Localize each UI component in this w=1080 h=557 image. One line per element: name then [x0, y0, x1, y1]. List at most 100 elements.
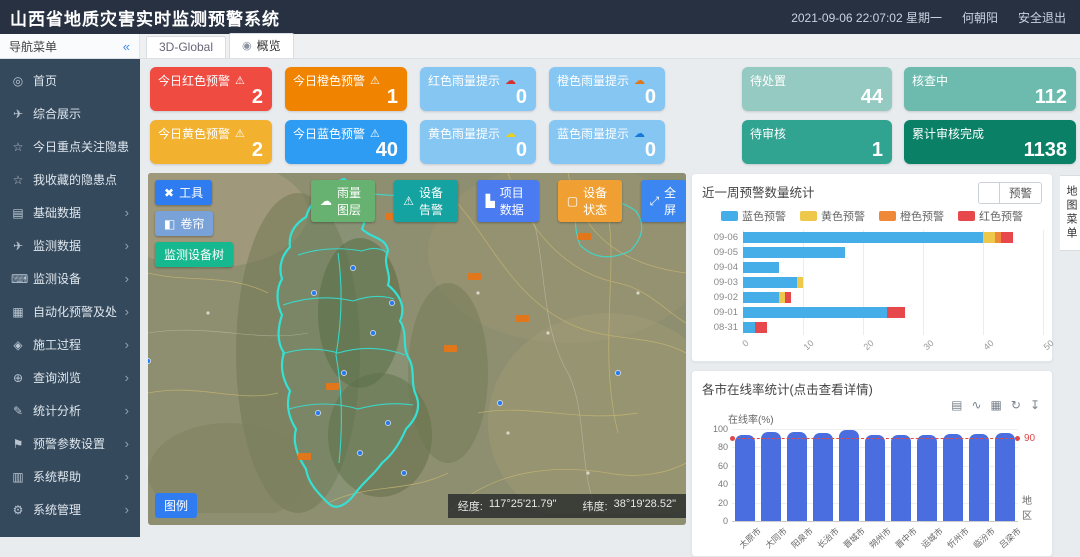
sidebar-item[interactable]: ⌨监测设备›: [0, 262, 140, 295]
legend-item[interactable]: 橙色预警: [879, 208, 944, 224]
settings-icon: ⚙: [11, 503, 25, 517]
city-bar[interactable]: [761, 432, 781, 521]
bar-slot: [914, 435, 940, 521]
sidebar-item[interactable]: ✈监测数据›: [0, 229, 140, 262]
app-header: 山西省地质灾害实时监测预警系统 2021-09-06 22:07:02 星期一 …: [0, 0, 1080, 34]
card-label: 今日橙色预警: [293, 72, 365, 89]
current-user[interactable]: 何朝阳: [962, 9, 998, 26]
latitude-value: 38°19'28.52": [614, 498, 676, 514]
bar-chart-icon[interactable]: ▦: [991, 399, 1002, 411]
under-verification-card[interactable]: 核查中112: [904, 67, 1076, 111]
card-label-row: 今日红色预警⚠: [158, 72, 264, 89]
pending-review-card[interactable]: 待审核1: [742, 120, 892, 164]
city-bar[interactable]: [969, 434, 989, 521]
city-bar[interactable]: [891, 435, 911, 521]
city-bar[interactable]: [813, 433, 833, 521]
orange-rain-card[interactable]: 橙色雨量提示☁0: [549, 67, 665, 111]
sidebar: ◎首页✈综合展示☆今日重点关注隐患点☆我收藏的隐患点▤基础数据›✈监测数据›⌨监…: [0, 59, 140, 537]
sidebar-item[interactable]: ⚑预警参数设置›: [0, 427, 140, 460]
tab-label: 3D-Global: [159, 40, 213, 54]
map-button-label: 项目数据: [500, 184, 530, 218]
legend-swatch: [800, 211, 817, 221]
sidebar-item[interactable]: ▦自动化预警及处置›: [0, 295, 140, 328]
refresh-icon[interactable]: ↻: [1011, 399, 1021, 411]
map-container[interactable]: ✖工具◧卷帘监测设备树 ☁雨量图层⚠设备告警▙项目数据▢设备状态⤢全屏 图例 经…: [148, 173, 686, 525]
city-label: 吕梁市: [997, 525, 1024, 551]
legend-button[interactable]: 图例: [155, 493, 197, 518]
blue-rain-card[interactable]: 蓝色雨量提示☁0: [549, 120, 665, 164]
data-view-icon[interactable]: ▤: [951, 399, 962, 411]
city-bar[interactable]: [917, 435, 937, 521]
y-tick-label: 40: [718, 479, 728, 489]
logout-link[interactable]: 安全退出: [1018, 9, 1066, 26]
red-warning-card[interactable]: 今日红色预警⚠2: [150, 67, 272, 111]
star-icon: ☆: [11, 173, 25, 187]
swipe-button[interactable]: ◧卷帘: [155, 211, 213, 236]
line-chart-icon[interactable]: ∿: [971, 399, 981, 411]
sidebar-item-label: 自动化预警及处置: [33, 303, 117, 320]
bar-segment: [743, 322, 755, 333]
pending-disposal-card[interactable]: 待处置44: [742, 67, 892, 111]
yellow-rain-card[interactable]: 黄色雨量提示☁0: [420, 120, 536, 164]
sidebar-item[interactable]: ☆今日重点关注隐患点: [0, 130, 140, 163]
chevron-right-icon: ›: [125, 238, 129, 253]
filter-empty-segment[interactable]: [979, 183, 999, 203]
city-bar[interactable]: [787, 432, 807, 521]
collapse-sidebar-icon[interactable]: «: [123, 39, 130, 54]
bar-segment: [797, 277, 803, 288]
map-button-label: 雨量图层: [337, 184, 366, 218]
yellow-warning-card[interactable]: 今日黄色预警 ⚠ 2: [150, 120, 272, 164]
legend-item[interactable]: 黄色预警: [800, 208, 865, 224]
tools-button[interactable]: ✖工具: [155, 180, 212, 205]
sidebar-item[interactable]: ✎统计分析›: [0, 394, 140, 427]
city-bar[interactable]: [995, 433, 1015, 521]
card-value: 2: [252, 139, 263, 162]
sidebar-item[interactable]: ⊕查询浏览›: [0, 361, 140, 394]
card-value: 40: [376, 139, 398, 162]
card-label: 核查中: [912, 72, 948, 89]
device-alarm-button[interactable]: ⚠设备告警: [394, 180, 457, 222]
tab-概览[interactable]: ◉概览: [229, 33, 294, 58]
orange-warning-card[interactable]: 今日橙色预警⚠1: [285, 67, 407, 111]
sidebar-item[interactable]: ⚙系统管理›: [0, 493, 140, 526]
card-label: 今日黄色预警: [158, 125, 230, 142]
city-bar[interactable]: [865, 435, 885, 521]
card-column: 核查中112 累计审核完成1138: [904, 67, 1076, 164]
sidebar-item[interactable]: ▥系统帮助›: [0, 460, 140, 493]
warning-filter-button[interactable]: 预警: [978, 182, 1042, 204]
card-label-row: 今日黄色预警 ⚠: [158, 125, 264, 142]
city-bar[interactable]: [943, 434, 963, 521]
sidebar-item[interactable]: ◎首页: [0, 64, 140, 97]
tab-3D-Global[interactable]: 3D-Global: [146, 36, 226, 58]
fullscreen-button[interactable]: ⤢全屏: [641, 180, 686, 222]
legend-label: 黄色预警: [821, 208, 865, 224]
sidebar-item-label: 统计分析: [33, 402, 81, 419]
city-bar[interactable]: [839, 430, 859, 521]
legend-item[interactable]: 红色预警: [958, 208, 1023, 224]
sidebar-item[interactable]: ☆我收藏的隐患点: [0, 163, 140, 196]
rain-layer-button[interactable]: ☁雨量图层: [311, 180, 375, 222]
map-menu-vertical-tab[interactable]: 地图菜单: [1060, 175, 1080, 251]
sidebar-item[interactable]: ◈施工过程›: [0, 328, 140, 361]
download-icon[interactable]: ↧: [1030, 399, 1040, 411]
stats-cards-row: 今日红色预警⚠2今日黄色预警⚠2今日橙色预警⚠1今日蓝色预警⚠40红色雨量提示☁…: [148, 67, 1080, 164]
legend-item[interactable]: 蓝色预警: [721, 208, 786, 224]
red-rain-card[interactable]: 红色雨量提示☁0: [420, 67, 536, 111]
x-label-slot: 阳泉市: [784, 524, 810, 548]
alarm-icon: ⚠: [235, 127, 245, 140]
category-label: 09-03: [702, 277, 743, 288]
sidebar-item[interactable]: ▤基础数据›: [0, 196, 140, 229]
device-tree-button[interactable]: 监测设备树: [155, 242, 233, 267]
filter-warning-segment[interactable]: 预警: [999, 183, 1041, 203]
city-bar[interactable]: [735, 435, 755, 521]
project-data-button[interactable]: ▙项目数据: [477, 180, 539, 222]
map-button-label: 设备状态: [583, 184, 612, 218]
sidebar-item-label: 监测数据: [33, 237, 81, 254]
blue-warning-card[interactable]: 今日蓝色预警⚠40: [285, 120, 407, 164]
alarm-icon: ⚠: [235, 74, 245, 87]
device-status-button[interactable]: ▢设备状态: [558, 180, 622, 222]
map-button-label: 工具: [179, 184, 203, 201]
card-value: 2: [252, 86, 263, 109]
total-reviewed-card[interactable]: 累计审核完成1138: [904, 120, 1076, 164]
sidebar-item[interactable]: ✈综合展示: [0, 97, 140, 130]
